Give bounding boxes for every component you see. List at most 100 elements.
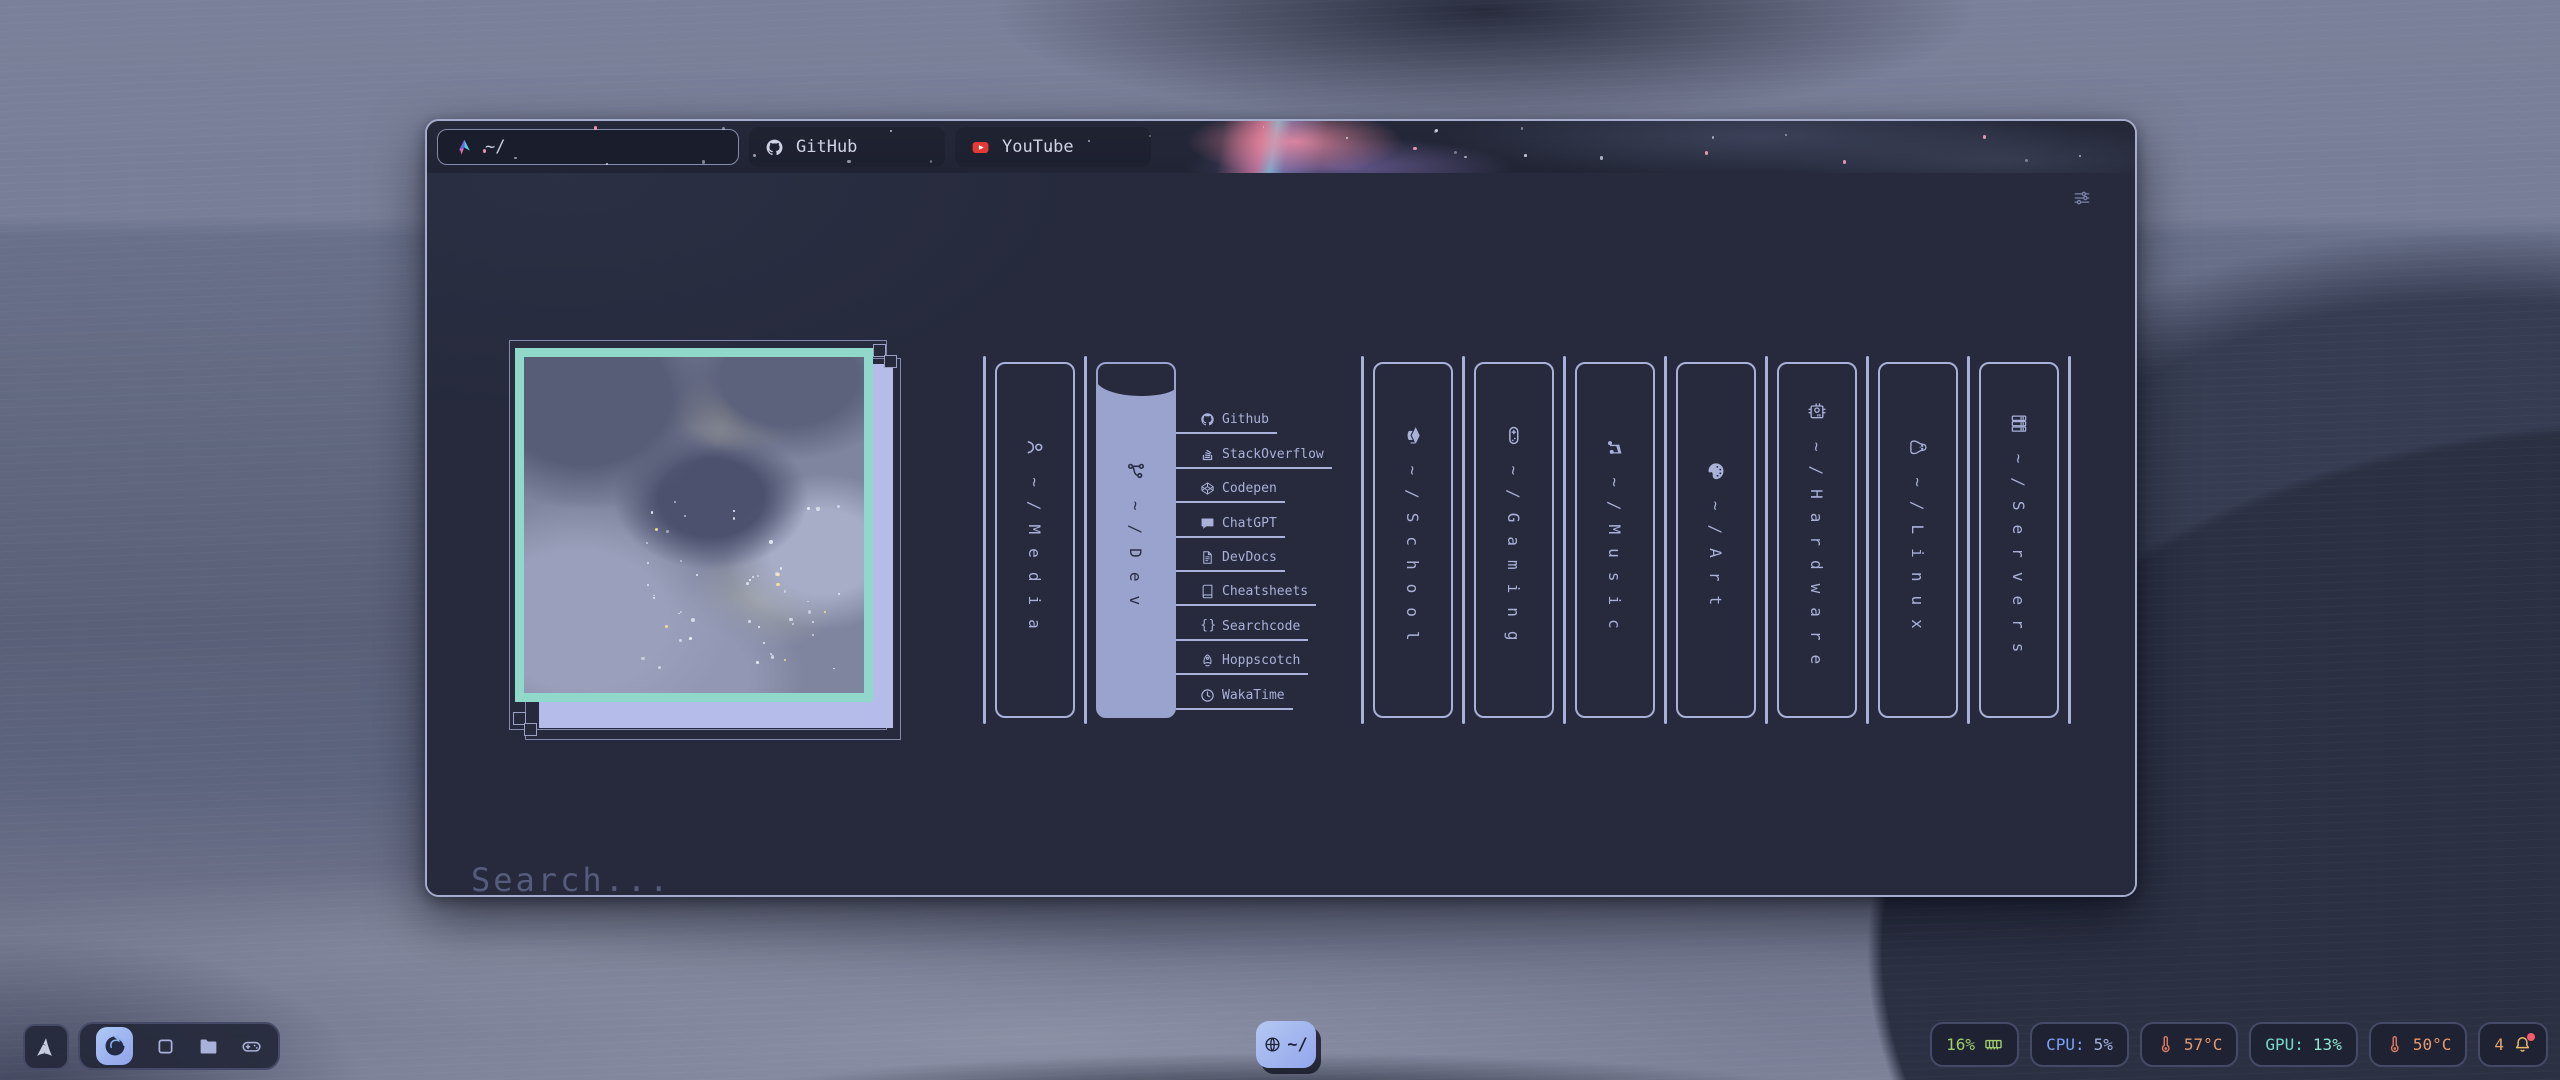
tab-youtube[interactable]: YouTube [955, 127, 1151, 167]
palette-icon [1706, 461, 1726, 481]
book-label: ~/Dev [1127, 501, 1146, 619]
book-music[interactable]: ~/Music [1575, 362, 1655, 718]
book-spine-label: ~/Art [1706, 461, 1726, 619]
dock-item-firefox[interactable] [96, 1027, 133, 1065]
shelf-divider [1084, 356, 1087, 724]
cloud-painting [524, 357, 864, 693]
stat-text: 16% [1946, 1035, 1975, 1054]
book-servers[interactable]: ~/Servers [1979, 362, 2059, 718]
gpu-usage-widget[interactable]: GPU:13% [2249, 1022, 2357, 1067]
painting-star [780, 567, 782, 569]
link-github[interactable]: Github [1176, 400, 1277, 434]
painting-star [789, 618, 792, 621]
search-input[interactable] [469, 861, 2057, 897]
codepen-icon [1200, 481, 1215, 496]
dock-item-gamepad[interactable] [241, 1036, 262, 1057]
star-speckle [1521, 127, 1523, 129]
tab-github[interactable]: GitHub [749, 127, 945, 167]
cpu-temp-widget[interactable]: 57°C [2140, 1022, 2239, 1067]
book-gaming[interactable]: ~/Gaming [1474, 362, 1554, 718]
sliders-icon [2073, 189, 2091, 207]
active-window-button[interactable]: ~/ [1256, 1021, 1316, 1068]
git-branch-icon [1126, 461, 1146, 481]
book-spine-label: ~/Hardware [1807, 402, 1827, 678]
painting-star [838, 593, 840, 595]
book-spine-label: ~/Media [1025, 437, 1045, 642]
link-hoppscotch[interactable]: Hoppscotch [1176, 641, 1308, 675]
painting-star [771, 655, 774, 658]
link-wakatime[interactable]: WakaTime [1176, 675, 1293, 709]
book-label: ~/School [1404, 465, 1423, 654]
painting-star [646, 542, 648, 544]
painting-star [647, 562, 649, 564]
tab-label: GitHub [796, 137, 857, 157]
book-spine-label: ~/Linux [1908, 437, 1928, 642]
dock-item-window[interactable] [155, 1036, 176, 1057]
painting-star [665, 625, 668, 628]
painting-star [808, 610, 812, 614]
painting-star [770, 653, 772, 655]
notifications-widget[interactable]: 4 [2478, 1022, 2548, 1067]
art-teal-frame [515, 348, 873, 702]
book-art[interactable]: ~/Art [1676, 362, 1756, 718]
star-speckle [1705, 151, 1709, 155]
star-speckle [1454, 151, 1457, 154]
painting-star [757, 575, 759, 577]
stat-text: 50°C [2413, 1035, 2452, 1054]
shelf-divider [2068, 356, 2071, 724]
link-label: ChatGPT [1222, 516, 1277, 531]
painting-star [763, 642, 765, 644]
cpu-usage-widget[interactable]: CPU:5% [2030, 1022, 2129, 1067]
painting-star [812, 621, 815, 624]
painting-star [696, 574, 698, 576]
book-label: ~/Media [1026, 477, 1045, 642]
sliders-icon[interactable] [2073, 189, 2101, 217]
tab-bar: ~/ GitHub YouTube [427, 121, 2135, 173]
braces-icon: {} [1200, 619, 1215, 634]
chat-bubble-icon [1200, 516, 1215, 531]
painting-star [678, 613, 680, 615]
memory-usage-widget[interactable]: 16% [1930, 1022, 2019, 1067]
book-school[interactable]: ~/School [1373, 362, 1453, 718]
link-label: Github [1222, 412, 1269, 427]
gpu-chip-icon [1807, 402, 1827, 422]
book-dev[interactable]: ~/Dev [1096, 362, 1176, 718]
book-media[interactable]: ~/Media [995, 362, 1075, 718]
tab-home[interactable]: ~/ [437, 129, 739, 165]
painting-star [784, 659, 786, 661]
painting-star [749, 579, 751, 581]
book-linux[interactable]: ~/Linux [1878, 362, 1958, 718]
shelf-divider [983, 356, 986, 724]
book-spine-label: ~/Dev [1126, 461, 1146, 619]
stackoverflow-icon [1200, 447, 1215, 462]
star-speckle [1346, 137, 1348, 139]
link-label: Cheatsheets [1222, 584, 1308, 599]
book-links: Github StackOverflowCodepen ChatGPT DevDocs… [1176, 400, 1352, 710]
thermometer-icon [2156, 1035, 2175, 1054]
star-speckle [1983, 135, 1987, 139]
link-devdocs[interactable]: DevDocs [1176, 538, 1285, 572]
painting-star [807, 507, 810, 510]
link-chatgpt[interactable]: ChatGPT [1176, 503, 1285, 537]
star-speckle [1843, 160, 1847, 164]
document-icon [1200, 550, 1215, 565]
book-hardware[interactable]: ~/Hardware [1777, 362, 1857, 718]
link-stackoverflow[interactable]: StackOverflow [1176, 434, 1332, 468]
shelf-divider [1462, 356, 1465, 724]
link-cheatsheets[interactable]: Cheatsheets [1176, 572, 1316, 606]
star-speckle [1785, 134, 1787, 136]
graduation-cap-icon [1403, 425, 1423, 445]
gamepad-icon [1504, 425, 1524, 445]
book-label: ~/Servers [2010, 454, 2029, 667]
gpu-temp-widget[interactable]: 50°C [2369, 1022, 2468, 1067]
bell-icon [2513, 1035, 2532, 1054]
painting-star [784, 590, 786, 592]
dock-item-folder[interactable] [198, 1036, 219, 1057]
stat-text: CPU: [2046, 1035, 2085, 1054]
book-label: ~/Art [1707, 501, 1726, 619]
launcher-button[interactable] [23, 1024, 69, 1070]
link-codepen[interactable]: Codepen [1176, 469, 1285, 503]
link-label: WakaTime [1222, 688, 1285, 703]
link-searchcode[interactable]: {}Searchcode [1176, 606, 1308, 640]
painting-star [752, 576, 754, 578]
